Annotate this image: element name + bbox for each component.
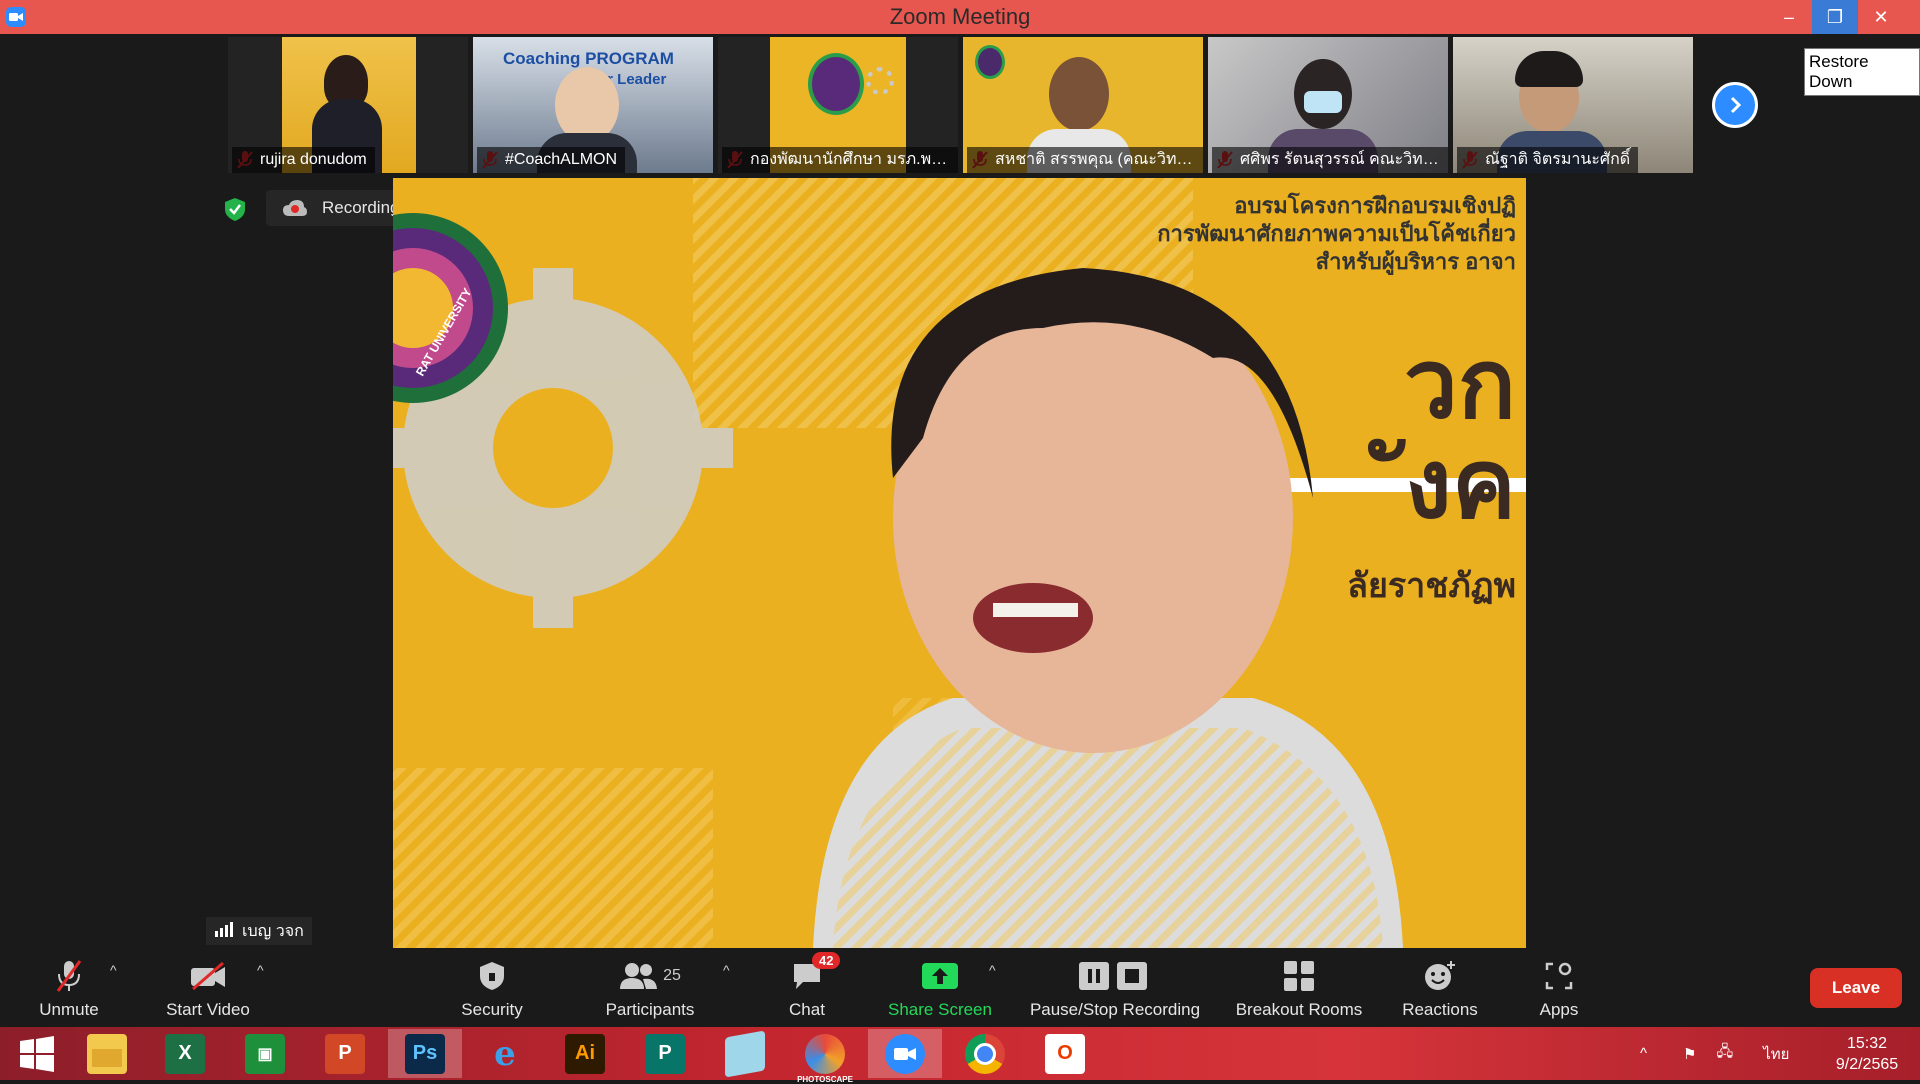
leave-button[interactable]: Leave	[1810, 968, 1902, 1008]
signal-bars-icon	[214, 921, 234, 942]
participant-name: rujira donudom	[232, 147, 375, 173]
publisher-icon[interactable]: P	[628, 1029, 702, 1078]
participant-name: สหชาติ สรรพคุณ (คณะวิทย์...	[967, 147, 1203, 173]
participant-name: #CoachALMON	[477, 147, 626, 173]
mic-muted-icon	[49, 958, 89, 994]
participants-options-chevron-icon[interactable]: ^	[723, 962, 730, 978]
action-center-flag-icon[interactable]: ⚑	[1683, 1045, 1696, 1063]
share-screen-button[interactable]: Share Screen	[880, 950, 1000, 1026]
participant-name: ณัฐาติ จิตรมานะศักดิ์	[1457, 147, 1639, 173]
video-options-chevron-icon[interactable]: ^	[257, 962, 264, 978]
participant-tile[interactable]: สหชาติ สรรพคุณ (คณะวิทย์...	[963, 37, 1203, 173]
shield-icon	[472, 958, 512, 994]
participant-tile[interactable]: rujira donudom	[228, 37, 468, 173]
cloud-recording-icon	[282, 199, 308, 217]
excel-icon[interactable]: X	[148, 1029, 222, 1078]
internet-explorer-icon[interactable]: e	[468, 1029, 542, 1078]
chevron-right-icon[interactable]	[1712, 82, 1758, 128]
participant-name: กองพัฒนานักศึกษา มรภ.พร...	[722, 147, 958, 173]
window-titlebar: Zoom Meeting – ❐ ✕	[0, 0, 1920, 34]
recording-controls-icon	[1075, 958, 1155, 994]
chat-unread-badge: 42	[812, 952, 841, 969]
main-speaker-video[interactable]: อบรมโครงการฝึกอบรมเชิงปฏิ การพัฒนาศักยภา…	[393, 178, 1526, 948]
photoshop-icon[interactable]: Ps	[388, 1029, 462, 1078]
apps-icon	[1539, 958, 1579, 994]
banner-big-text-2: ังค	[1404, 431, 1516, 538]
participants-icon: 25	[615, 958, 685, 994]
windows-start-icon[interactable]	[0, 1029, 74, 1078]
zoom-taskbar-icon[interactable]	[868, 1029, 942, 1078]
participant-tile[interactable]: ศศิพร รัตนสุวรรณ์ คณะวิทย...	[1208, 37, 1448, 173]
participants-count: 25	[663, 967, 681, 984]
smiley-plus-icon	[1420, 958, 1460, 994]
video-off-icon	[188, 958, 228, 994]
chrome-icon[interactable]	[948, 1029, 1022, 1078]
unmute-button[interactable]: Unmute	[22, 950, 116, 1026]
file-explorer-icon[interactable]	[70, 1029, 144, 1078]
participant-tile[interactable]: Coaching PROGRAM for Leader #CoachALMON	[473, 37, 713, 173]
restore-button[interactable]: ❐	[1812, 0, 1858, 34]
banner-bottom-text: ลัยราชภัฏพ	[1347, 567, 1516, 605]
restore-tooltip: Restore Down	[1804, 48, 1920, 96]
banner-line-3: สำหรับผู้บริหาร อาจา	[1315, 249, 1516, 274]
share-options-chevron-icon[interactable]: ^	[989, 962, 996, 978]
store-icon[interactable]: ▣	[228, 1029, 302, 1078]
clock-date: 9/2/2565	[1835, 1056, 1899, 1073]
clock-time: 15:32	[1846, 1035, 1888, 1052]
show-hidden-icons-chevron-icon[interactable]: ^	[1640, 1045, 1647, 1062]
gallery-strip: rujira donudom Coaching PROGRAM for Lead…	[228, 37, 1693, 173]
network-icon[interactable]: 🖧	[1717, 1041, 1734, 1066]
illustrator-icon[interactable]: Ai	[548, 1029, 622, 1078]
system-clock[interactable]: 15:32 9/2/2565	[1822, 1033, 1912, 1075]
window-title: Zoom Meeting	[889, 4, 1031, 29]
notepad-icon[interactable]	[708, 1029, 782, 1078]
participant-name: ศศิพร รัตนสุวรรณ์ คณะวิทย...	[1212, 147, 1448, 173]
pause-stop-recording-button[interactable]: Pause/Stop Recording	[1022, 950, 1208, 1026]
participant-tile[interactable]: ณัฐาติ จิตรมานะศักดิ์	[1453, 37, 1693, 173]
powerpoint-icon[interactable]: P	[308, 1029, 382, 1078]
active-speaker-indicator: เบญ วจก	[206, 917, 312, 945]
system-tray: ^ ⚑ 🖧 ไทย	[1640, 1027, 1789, 1080]
apps-button[interactable]: Apps	[1528, 950, 1590, 1026]
audio-options-chevron-icon[interactable]: ^	[110, 962, 117, 978]
reactions-button[interactable]: Reactions	[1396, 950, 1484, 1026]
zoom-app-icon	[6, 7, 26, 27]
breakout-rooms-icon	[1279, 958, 1319, 994]
breakout-rooms-button[interactable]: Breakout Rooms	[1230, 950, 1368, 1026]
meeting-toolbar: Unmute ^ Start Video ^ Security 25 Parti…	[0, 950, 1920, 1026]
minimize-button[interactable]: –	[1766, 0, 1812, 34]
active-speaker-name: เบญ วจก	[242, 922, 304, 940]
share-screen-icon	[920, 958, 960, 994]
photoscape-icon[interactable]: PHOTOSCAPE	[788, 1029, 862, 1084]
windows-taskbar: X ▣ P Ps e Ai P PHOTOSCAPE O ^ ⚑ 🖧 ไทย 1…	[0, 1027, 1920, 1084]
security-button[interactable]: Security	[446, 950, 538, 1026]
start-video-button[interactable]: Start Video	[152, 950, 264, 1026]
close-button[interactable]: ✕	[1858, 0, 1904, 34]
office-icon[interactable]: O	[1028, 1029, 1102, 1078]
participants-button[interactable]: 25 Participants	[596, 950, 704, 1026]
language-indicator[interactable]: ไทย	[1763, 1042, 1789, 1066]
participant-tile[interactable]: กองพัฒนานักศึกษา มรภ.พร...	[718, 37, 958, 173]
encryption-shield-icon[interactable]	[222, 196, 248, 222]
